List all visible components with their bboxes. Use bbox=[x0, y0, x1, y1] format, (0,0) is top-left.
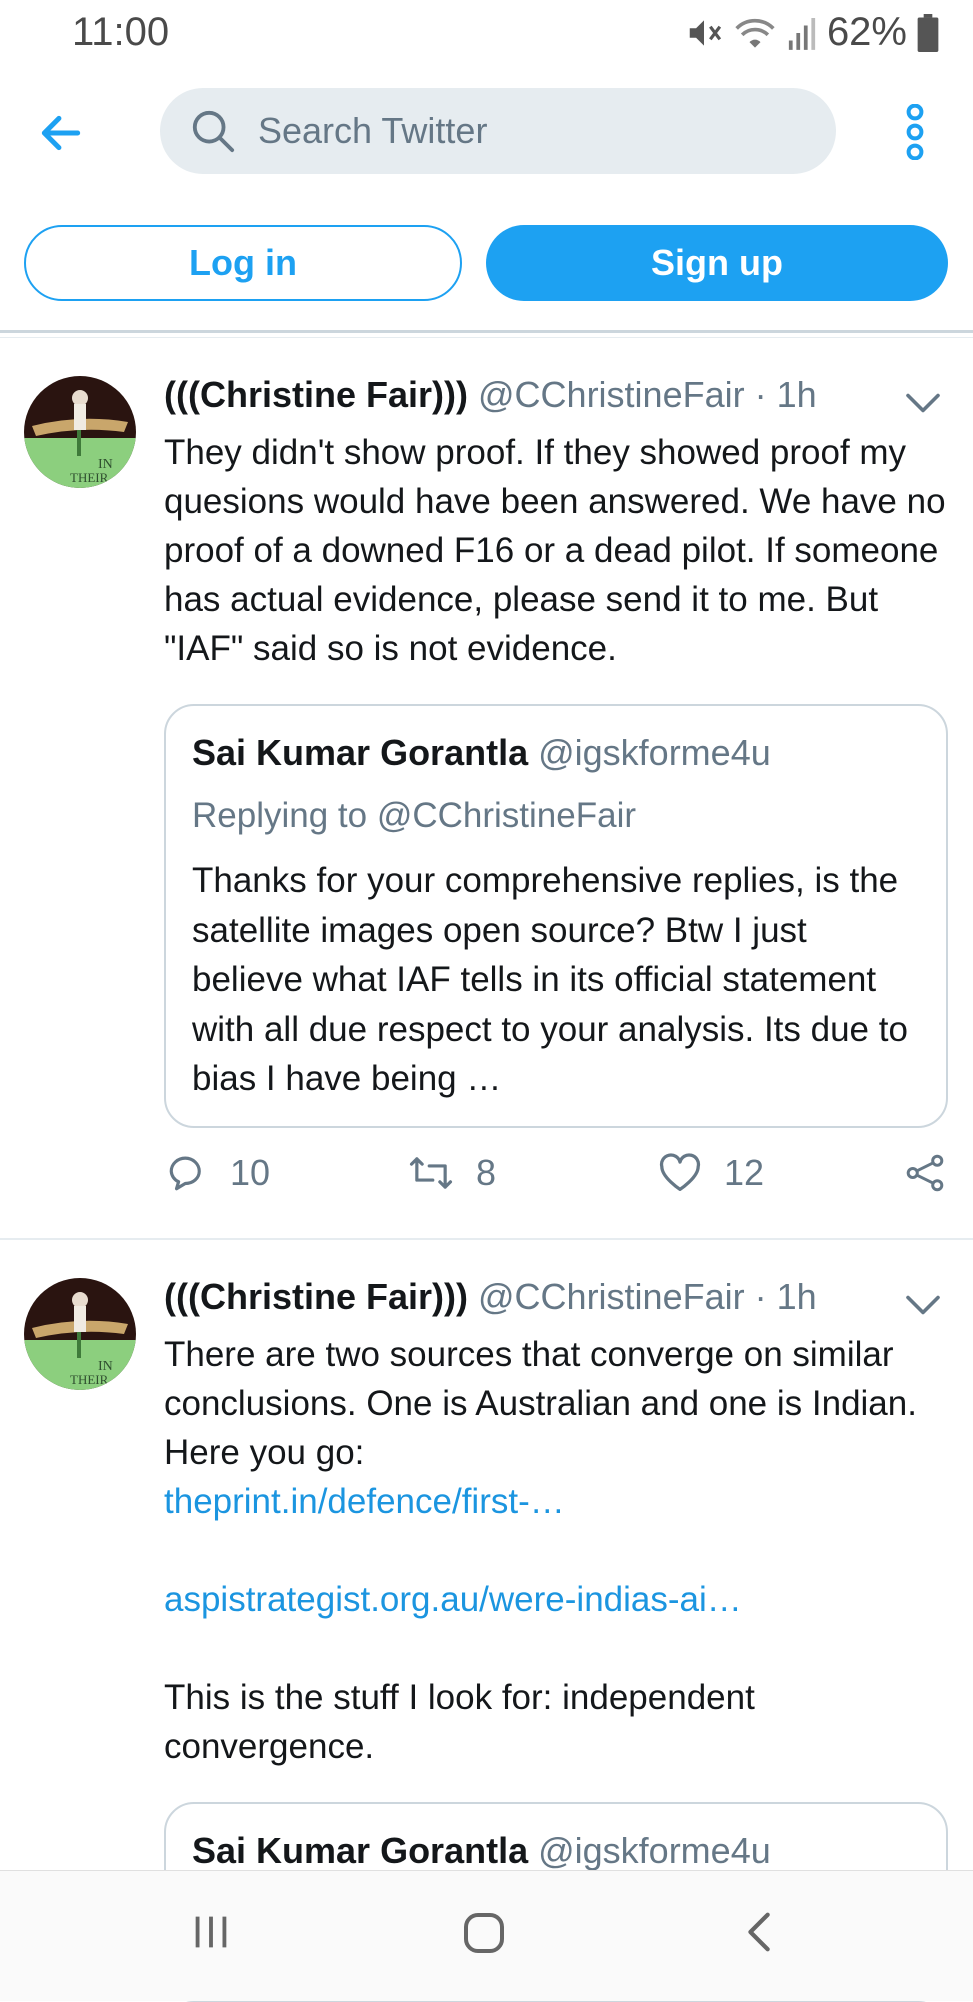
battery-percent: 62% bbox=[826, 10, 907, 54]
signal-icon bbox=[788, 17, 816, 50]
tweet-dot: · bbox=[754, 374, 767, 415]
status-icons: 62% bbox=[685, 10, 939, 55]
battery-icon bbox=[917, 13, 939, 52]
retweet-button[interactable]: 8 bbox=[408, 1152, 496, 1194]
quoted-author-name: Sai Kumar Gorantla bbox=[192, 1830, 529, 1871]
tweet[interactable]: IN THEIR (((Christine Fair))) @CChristin… bbox=[0, 340, 973, 1240]
quoted-author: Sai Kumar Gorantla @igskforme4u bbox=[192, 732, 771, 774]
top-bar bbox=[0, 86, 973, 176]
system-nav-bar bbox=[0, 1870, 973, 2001]
header-divider bbox=[0, 330, 973, 333]
status-bar: 11:00 62% bbox=[0, 0, 973, 70]
mute-icon bbox=[689, 19, 722, 46]
retweet-count: 8 bbox=[476, 1152, 497, 1193]
quoted-author-name: Sai Kumar Gorantla bbox=[192, 732, 529, 773]
line-break bbox=[164, 1624, 954, 1673]
tweet-time[interactable]: 1h bbox=[777, 1276, 817, 1317]
tweet-header: (((Christine Fair))) @CChristineFair · 1… bbox=[164, 374, 817, 416]
chevron-down-icon[interactable] bbox=[905, 392, 941, 414]
tweet-dot: · bbox=[754, 1276, 767, 1317]
search-box[interactable] bbox=[160, 88, 836, 174]
quoted-author: Sai Kumar Gorantla @igskforme4u bbox=[192, 1830, 771, 1872]
replying-to: Replying to @CChristineFair bbox=[192, 796, 637, 835]
tweet[interactable]: IN THEIR (((Christine Fair))) @CChristin… bbox=[0, 1240, 973, 2002]
tweet-link[interactable]: theprint.in/defence/first-… bbox=[164, 1477, 954, 1526]
retweet-icon bbox=[409, 1157, 453, 1189]
back-icon[interactable] bbox=[740, 1909, 780, 1955]
like-count: 12 bbox=[724, 1152, 765, 1193]
reply-count: 10 bbox=[230, 1152, 271, 1193]
like-button[interactable]: 12 bbox=[658, 1152, 764, 1194]
quoted-text: Thanks for your comprehensive replies, i… bbox=[192, 861, 908, 1098]
header-divider-shadow bbox=[0, 337, 973, 338]
tweet-header: (((Christine Fair))) @CChristineFair · 1… bbox=[164, 1276, 817, 1318]
reply-button[interactable]: 10 bbox=[166, 1152, 270, 1194]
share-button[interactable] bbox=[904, 1152, 946, 1194]
quoted-author-handle: @igskforme4u bbox=[538, 1830, 771, 1871]
share-icon bbox=[906, 1154, 944, 1192]
author-handle[interactable]: @CChristineFair bbox=[478, 1276, 745, 1317]
svg-text:THEIR: THEIR bbox=[70, 1372, 109, 1387]
quoted-author-handle: @igskforme4u bbox=[538, 732, 771, 773]
home-icon[interactable] bbox=[460, 1909, 508, 1957]
tweet-actions: 10 8 12 bbox=[164, 1152, 954, 1212]
recent-apps-icon[interactable] bbox=[188, 1909, 234, 1955]
back-arrow-icon[interactable] bbox=[36, 108, 86, 158]
chevron-down-icon[interactable] bbox=[905, 1294, 941, 1316]
author-name[interactable]: (((Christine Fair))) bbox=[164, 1276, 468, 1317]
login-button[interactable]: Log in bbox=[24, 225, 462, 301]
tweet-text-block: There are two sources that converge on s… bbox=[164, 1330, 954, 1771]
author-name[interactable]: (((Christine Fair))) bbox=[164, 374, 468, 415]
author-handle[interactable]: @CChristineFair bbox=[478, 374, 745, 415]
more-options-icon[interactable] bbox=[903, 104, 927, 160]
tweet-text: This is the stuff I look for: independen… bbox=[164, 1678, 755, 1766]
avatar[interactable]: IN THEIR bbox=[24, 1278, 136, 1390]
reply-icon bbox=[169, 1156, 201, 1191]
quoted-tweet[interactable]: Sai Kumar Gorantla @igskforme4u Replying… bbox=[164, 704, 948, 1128]
tweet-time[interactable]: 1h bbox=[777, 374, 817, 415]
wifi-icon bbox=[735, 18, 775, 48]
tweet-link[interactable]: aspistrategist.org.au/were-indias-ai… bbox=[164, 1575, 954, 1624]
tweet-text: They didn't show proof. If they showed p… bbox=[164, 433, 946, 668]
svg-text:THEIR: THEIR bbox=[70, 470, 109, 485]
search-icon bbox=[192, 110, 235, 153]
heart-icon bbox=[659, 1153, 701, 1191]
search-input[interactable] bbox=[256, 109, 800, 153]
avatar[interactable]: IN THEIR bbox=[24, 376, 136, 488]
tweet-text: There are two sources that converge on s… bbox=[164, 1335, 917, 1472]
signup-button[interactable]: Sign up bbox=[486, 225, 948, 301]
auth-bar: Log in Sign up bbox=[0, 225, 973, 305]
status-time: 11:00 bbox=[72, 10, 170, 54]
line-break bbox=[164, 1526, 954, 1575]
